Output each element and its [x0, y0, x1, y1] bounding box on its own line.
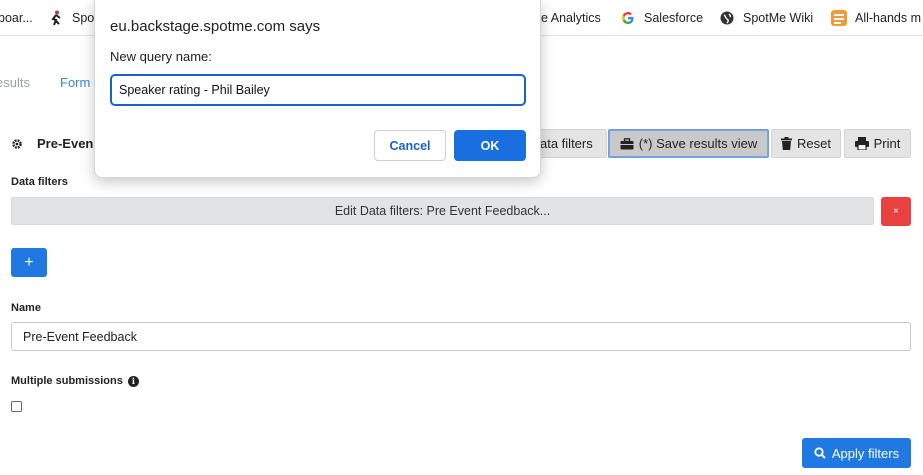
printer-icon [854, 137, 869, 150]
remove-filter-button[interactable]: × [881, 197, 911, 226]
bookmark-spotme-wiki[interactable]: SpotMe Wiki [719, 9, 813, 27]
google-icon [620, 10, 636, 26]
print-button[interactable]: Print [844, 129, 911, 158]
bookmark-dashboard[interactable]: boar... [0, 9, 33, 27]
cancel-button[interactable]: Cancel [374, 130, 446, 161]
tab-forms[interactable]: Form [60, 75, 90, 90]
dialog-title: eu.backstage.spotme.com says [110, 18, 321, 35]
reset-label: Reset [797, 136, 831, 151]
name-label: Name [11, 302, 41, 314]
multiple-submissions-checkbox[interactable] [11, 401, 22, 412]
multiple-submissions-label: Multiple submissions i [11, 375, 139, 387]
bookmark-all-hands[interactable]: All-hands m [831, 9, 921, 27]
close-icon: × [893, 206, 899, 217]
data-filters-button[interactable]: ata filters [533, 129, 607, 158]
apply-filters-button[interactable]: Apply filters [802, 438, 911, 468]
plus-icon: + [24, 253, 34, 271]
search-icon [814, 447, 826, 459]
query-name-input[interactable] [110, 74, 526, 106]
prompt-dialog: eu.backstage.spotme.com says New query n… [94, 0, 541, 178]
form-title: Pre-Even [11, 136, 93, 151]
bookmark-label: Spo [72, 11, 95, 25]
briefcase-icon [620, 137, 634, 150]
info-icon[interactable]: i [127, 375, 139, 387]
apply-filters-label: Apply filters [831, 445, 900, 461]
bookmark-label: boar... [0, 11, 33, 25]
reset-button[interactable]: Reset [771, 129, 841, 158]
add-filter-button[interactable]: + [11, 248, 47, 277]
edit-data-filters-button[interactable]: Edit Data filters: Pre Event Feedback... [11, 197, 874, 225]
name-input[interactable] [11, 322, 911, 351]
bookmark-salesforce[interactable]: Salesforce [620, 9, 703, 27]
globe-icon [719, 10, 735, 26]
data-filters-label: ata filters [540, 136, 593, 151]
bookmark-spo[interactable]: Spo [48, 9, 94, 27]
tab-results[interactable]: esults [0, 75, 30, 90]
trash-icon [781, 137, 793, 150]
bookmark-label: SpotMe Wiki [743, 11, 814, 25]
runner-icon [48, 10, 64, 26]
dialog-message: New query name: [110, 49, 212, 64]
ok-button[interactable]: OK [454, 130, 526, 161]
gear-icon[interactable] [11, 138, 23, 150]
bookmark-label: All-hands m [855, 11, 921, 25]
bookmark-analytics[interactable]: e Analytics [541, 9, 601, 27]
print-label: Print [873, 136, 901, 151]
bookmark-label: e Analytics [541, 11, 601, 25]
orange-app-icon [831, 10, 847, 26]
data-filters-heading: Data filters [11, 176, 68, 188]
bookmark-label: Salesforce [644, 11, 704, 25]
save-results-view-label: (*) Save results view [638, 136, 758, 151]
form-title-text: Pre-Even [37, 136, 94, 151]
multiple-submissions-text: Multiple submissions [11, 375, 123, 387]
save-results-view-button[interactable]: (*) Save results view [608, 129, 769, 158]
